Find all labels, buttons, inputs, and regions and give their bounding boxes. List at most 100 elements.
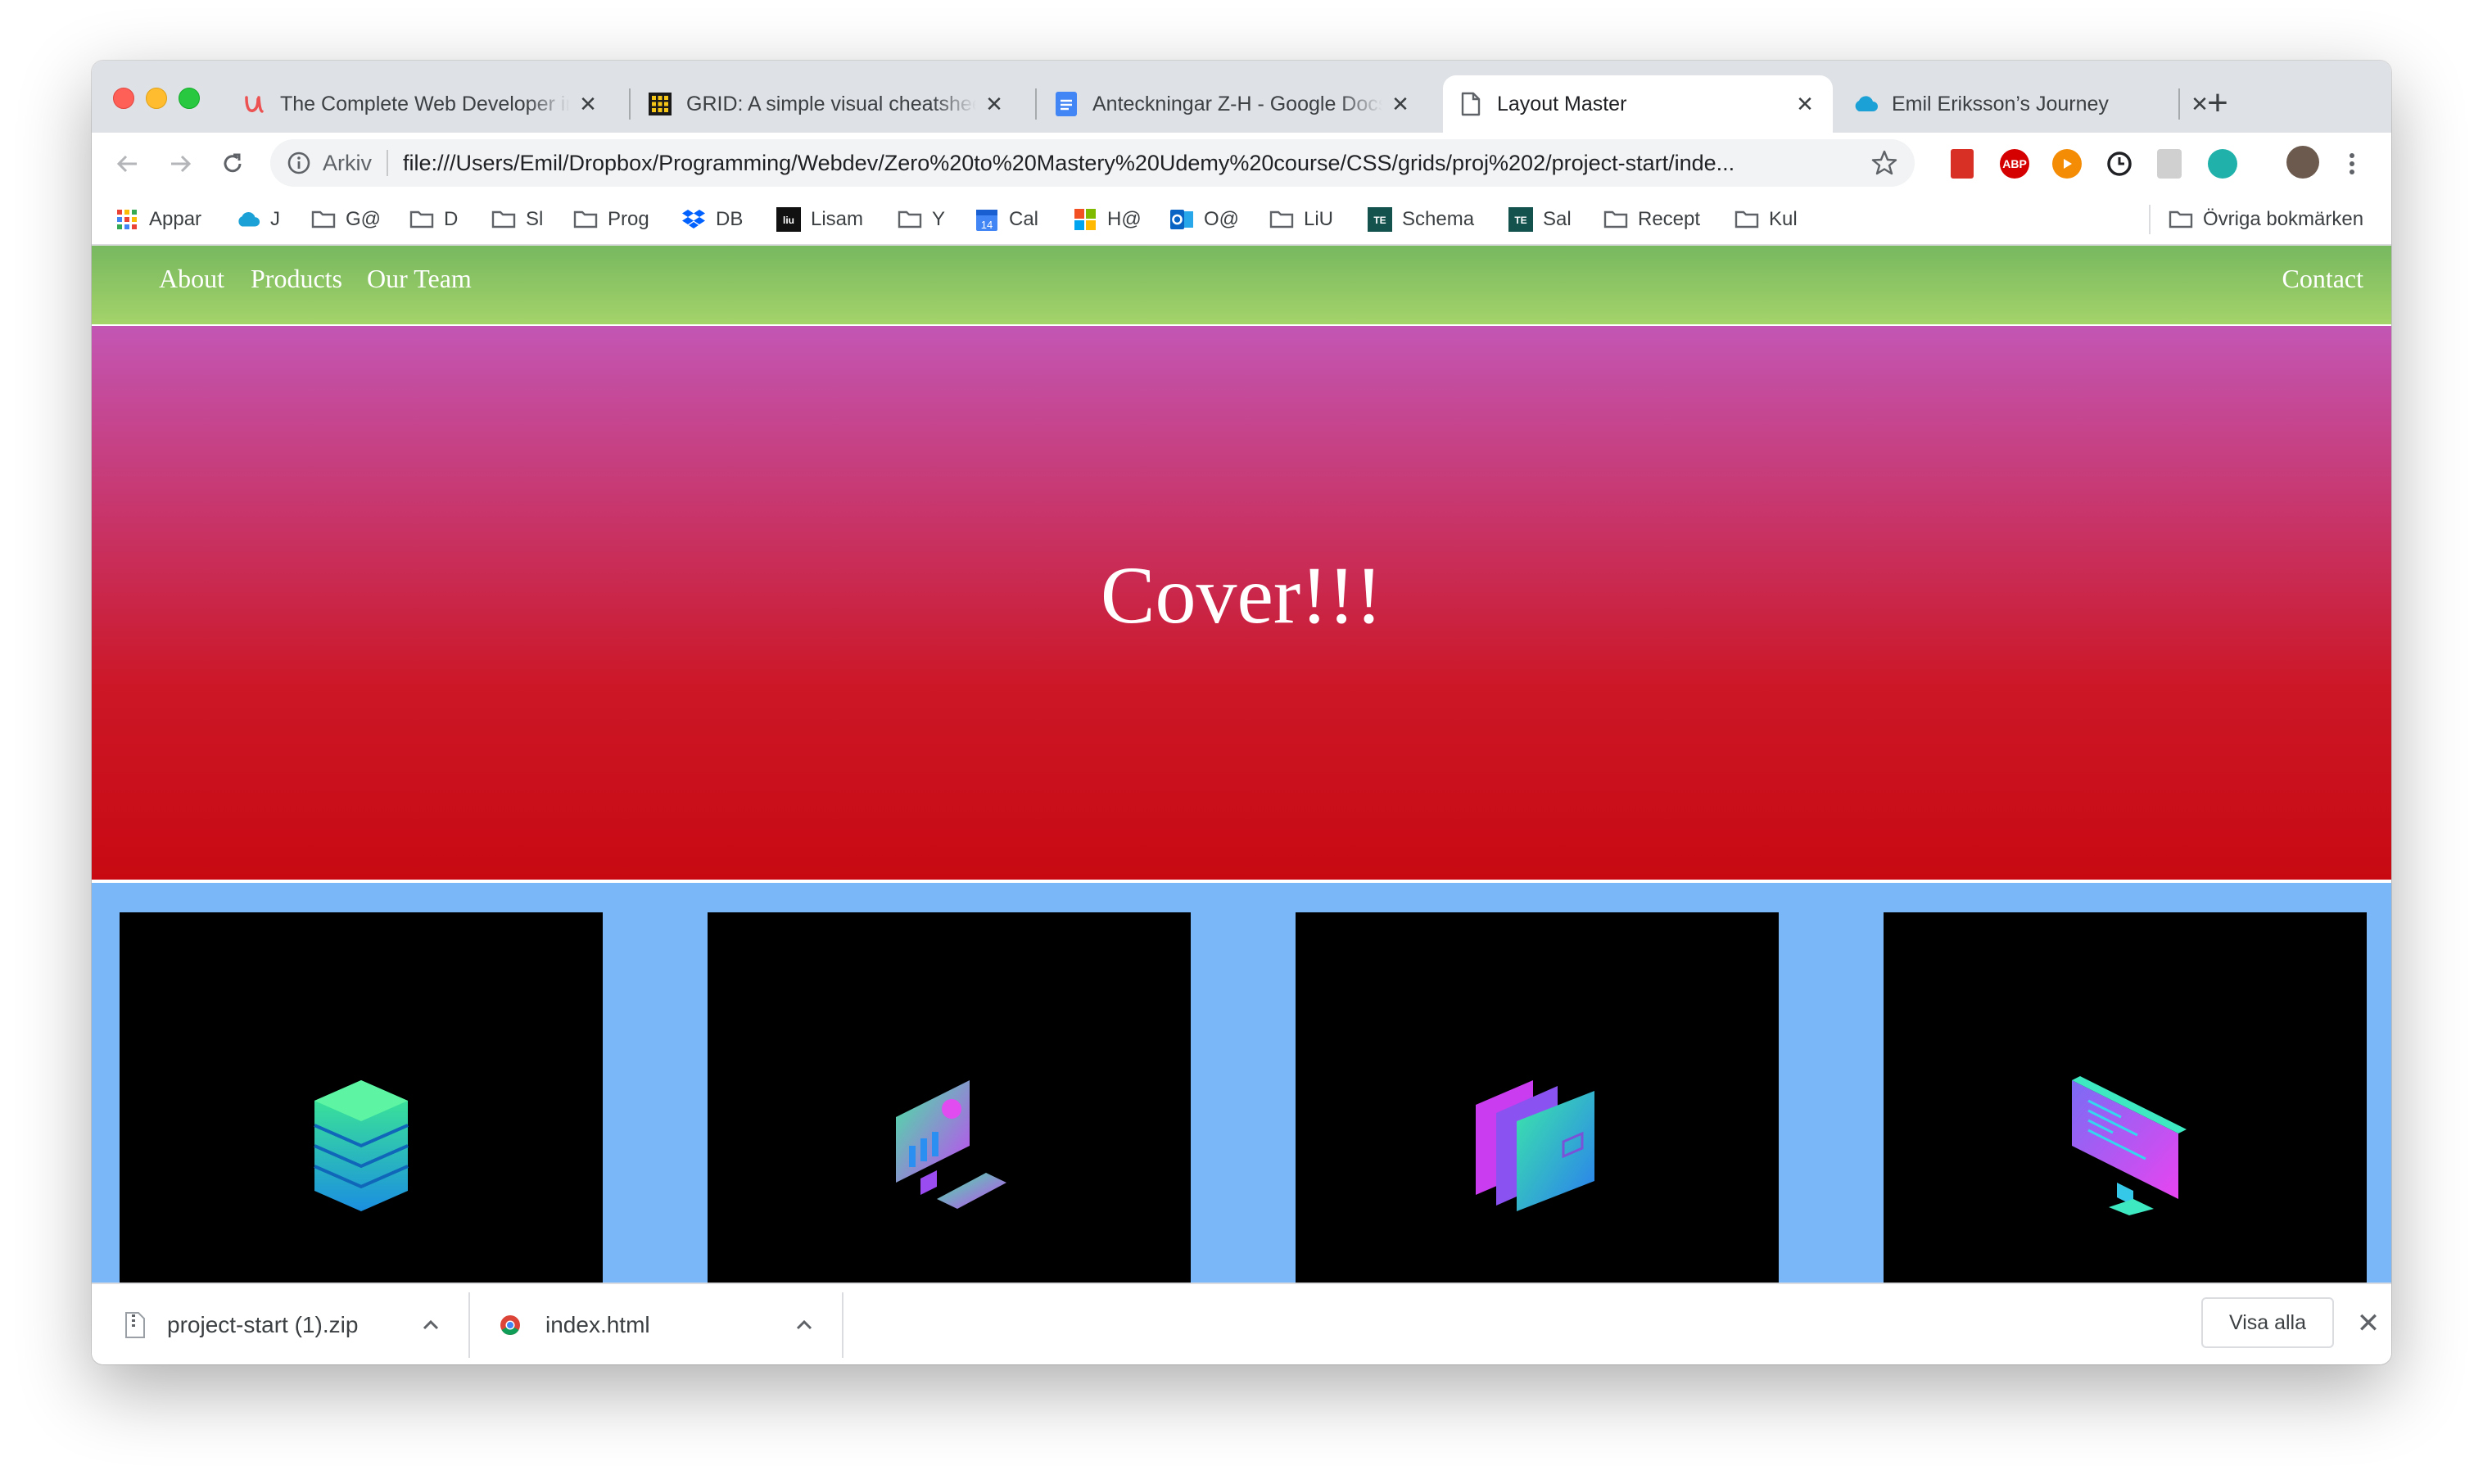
bookmark-label: J [270,208,280,230]
computer-chart-icon [896,1080,1006,1209]
tab-layout-master[interactable]: Layout Master ✕ [1443,75,1833,133]
bookmark-liu[interactable]: LiU [1269,205,1333,234]
close-download-bar-button[interactable]: ✕ [2354,1309,2383,1338]
folder-icon [1734,208,1759,231]
new-tab-button[interactable]: + [2198,84,2237,123]
bookmark-label: Recept [1638,208,1701,230]
bookmark-o[interactable]: O@ [1169,205,1239,234]
bookmarks-bar: Appar J G@ D Sl Prog DB liu Lisam Y 14 C… [92,195,2391,246]
bookmark-label: Y [932,208,946,230]
menu-kebab-icon[interactable] [2337,149,2367,179]
url-text[interactable]: file:///Users/Emil/Dropbox/Programming/W… [403,151,1861,176]
security-label: Arkiv [323,150,372,175]
tab-separator [1035,88,1037,120]
bookmark-label: Sl [526,208,544,230]
download-separator [842,1292,843,1358]
bookmark-sal[interactable]: TE Sal [1508,205,1572,234]
cover-title: Cover!!! [1100,549,1383,640]
cards-section [92,883,2391,1283]
tab-strip: The Complete Web Developer in 2019 ✕ GRI… [92,61,2391,133]
cover-section: Cover!!! [92,326,2391,880]
bookmark-sl[interactable]: Sl [491,205,543,234]
folder-icon [573,208,598,231]
bookmark-appar[interactable]: Appar [115,205,201,234]
reload-button[interactable] [213,144,252,183]
download-item-zip[interactable]: project-start (1).zip [124,1284,358,1364]
tab-grid-cheatsheet[interactable]: GRID: A simple visual cheatsheet for CSS… [632,75,1022,133]
folder-icon [2169,208,2193,231]
monitor-code-icon [2072,1076,2187,1215]
tab-close-button[interactable]: ✕ [1795,93,1815,115]
card-computer [708,912,1191,1283]
close-window-button[interactable] [113,88,134,109]
bookmark-label: Appar [149,208,202,230]
te-icon: TE [1368,207,1392,232]
bookmark-y[interactable]: Y [898,205,945,234]
forward-arrow-icon [171,155,192,173]
show-all-button[interactable]: Visa alla [2201,1297,2334,1348]
card-database [120,912,603,1283]
other-bookmarks[interactable]: Övriga bokmärken [2149,205,2363,234]
tab-title: Layout Master [1497,92,1627,115]
browser-window: The Complete Web Developer in 2019 ✕ GRI… [92,61,2391,1364]
avatar[interactable] [2286,146,2319,179]
browser-toolbar: Arkiv file:///Users/Emil/Dropbox/Program… [92,133,2391,195]
download-item-html[interactable]: index.html [500,1284,650,1364]
calendar-icon: 14 [975,208,999,231]
tab-separator [2178,88,2180,120]
bookmark-db[interactable]: DB [681,205,743,234]
bookmark-label: DB [716,208,744,230]
bookmark-cal[interactable]: 14 Cal [975,205,1038,234]
adblock-ext-icon[interactable]: ABP [2000,149,2029,179]
download-bar: project-start (1).zip index.html Visa al… [92,1283,2391,1364]
bookmark-recept[interactable]: Recept [1603,205,1700,234]
folder-icon [409,208,434,231]
cloud-icon [236,208,260,231]
chevron-up-icon[interactable] [419,1314,442,1337]
bookmark-lisam[interactable]: liu Lisam [776,205,863,234]
tab-journey[interactable]: Emil Eriksson’s Journey ✕ [1838,75,2227,133]
address-bar[interactable]: Arkiv file:///Users/Emil/Dropbox/Program… [270,139,1915,187]
tab-close-button[interactable]: ✕ [984,93,1004,115]
folder-icon [1603,208,1628,231]
bookmark-label: Prog [608,208,649,230]
bookmark-prog[interactable]: Prog [573,205,649,234]
download-filename: project-start (1).zip [167,1312,359,1337]
nav-products-link[interactable]: Products [251,264,342,294]
tab-close-button[interactable]: ✕ [578,93,598,115]
bookmark-kul[interactable]: Kul [1734,205,1798,234]
nav-team-link[interactable]: Our Team [367,264,472,294]
folder-icon [491,208,516,231]
bookmark-star-icon[interactable] [1870,149,1898,177]
outlook-icon [1169,208,1194,231]
forward-button[interactable] [161,144,200,183]
bookmark-schema[interactable]: TE Schema [1368,205,1474,234]
chrome-icon [500,1315,520,1336]
svg-text:14: 14 [981,219,993,231]
cloud-icon [1852,91,1879,117]
back-button[interactable] [108,144,147,183]
nav-contact-link[interactable]: Contact [2282,264,2363,294]
bookmark-ext-icon[interactable] [1951,149,1974,179]
timer-ext-icon[interactable] [2105,149,2134,179]
card-folders [1296,912,1779,1283]
zoom-window-button[interactable] [179,88,200,109]
nav-about-link[interactable]: About [159,264,224,294]
tab-title: Anteckningar Z-H - Google Docs [1092,92,1382,115]
bookmark-d[interactable]: D [409,205,458,234]
bookmark-label: O@ [1204,208,1240,230]
circle-ext-icon[interactable] [2208,149,2237,179]
tab-google-docs[interactable]: Anteckningar Z-H - Google Docs ✕ [1038,75,1428,133]
note-ext-icon[interactable] [2157,149,2182,179]
microsoft-icon [1073,208,1097,231]
bookmark-h[interactable]: H@ [1073,205,1142,234]
tab-title: GRID: A simple visual cheatsheet for CSS… [686,92,976,115]
bookmark-g[interactable]: G@ [311,205,381,234]
tab-close-button[interactable]: ✕ [1391,93,1410,115]
chevron-up-icon[interactable] [793,1314,816,1337]
tab-udemy[interactable]: The Complete Web Developer in 2019 ✕ [226,75,616,133]
bookmark-j[interactable]: J [236,205,280,234]
back-arrow-icon [116,155,137,173]
play-ext-icon[interactable] [2052,149,2082,179]
minimize-window-button[interactable] [146,88,167,109]
